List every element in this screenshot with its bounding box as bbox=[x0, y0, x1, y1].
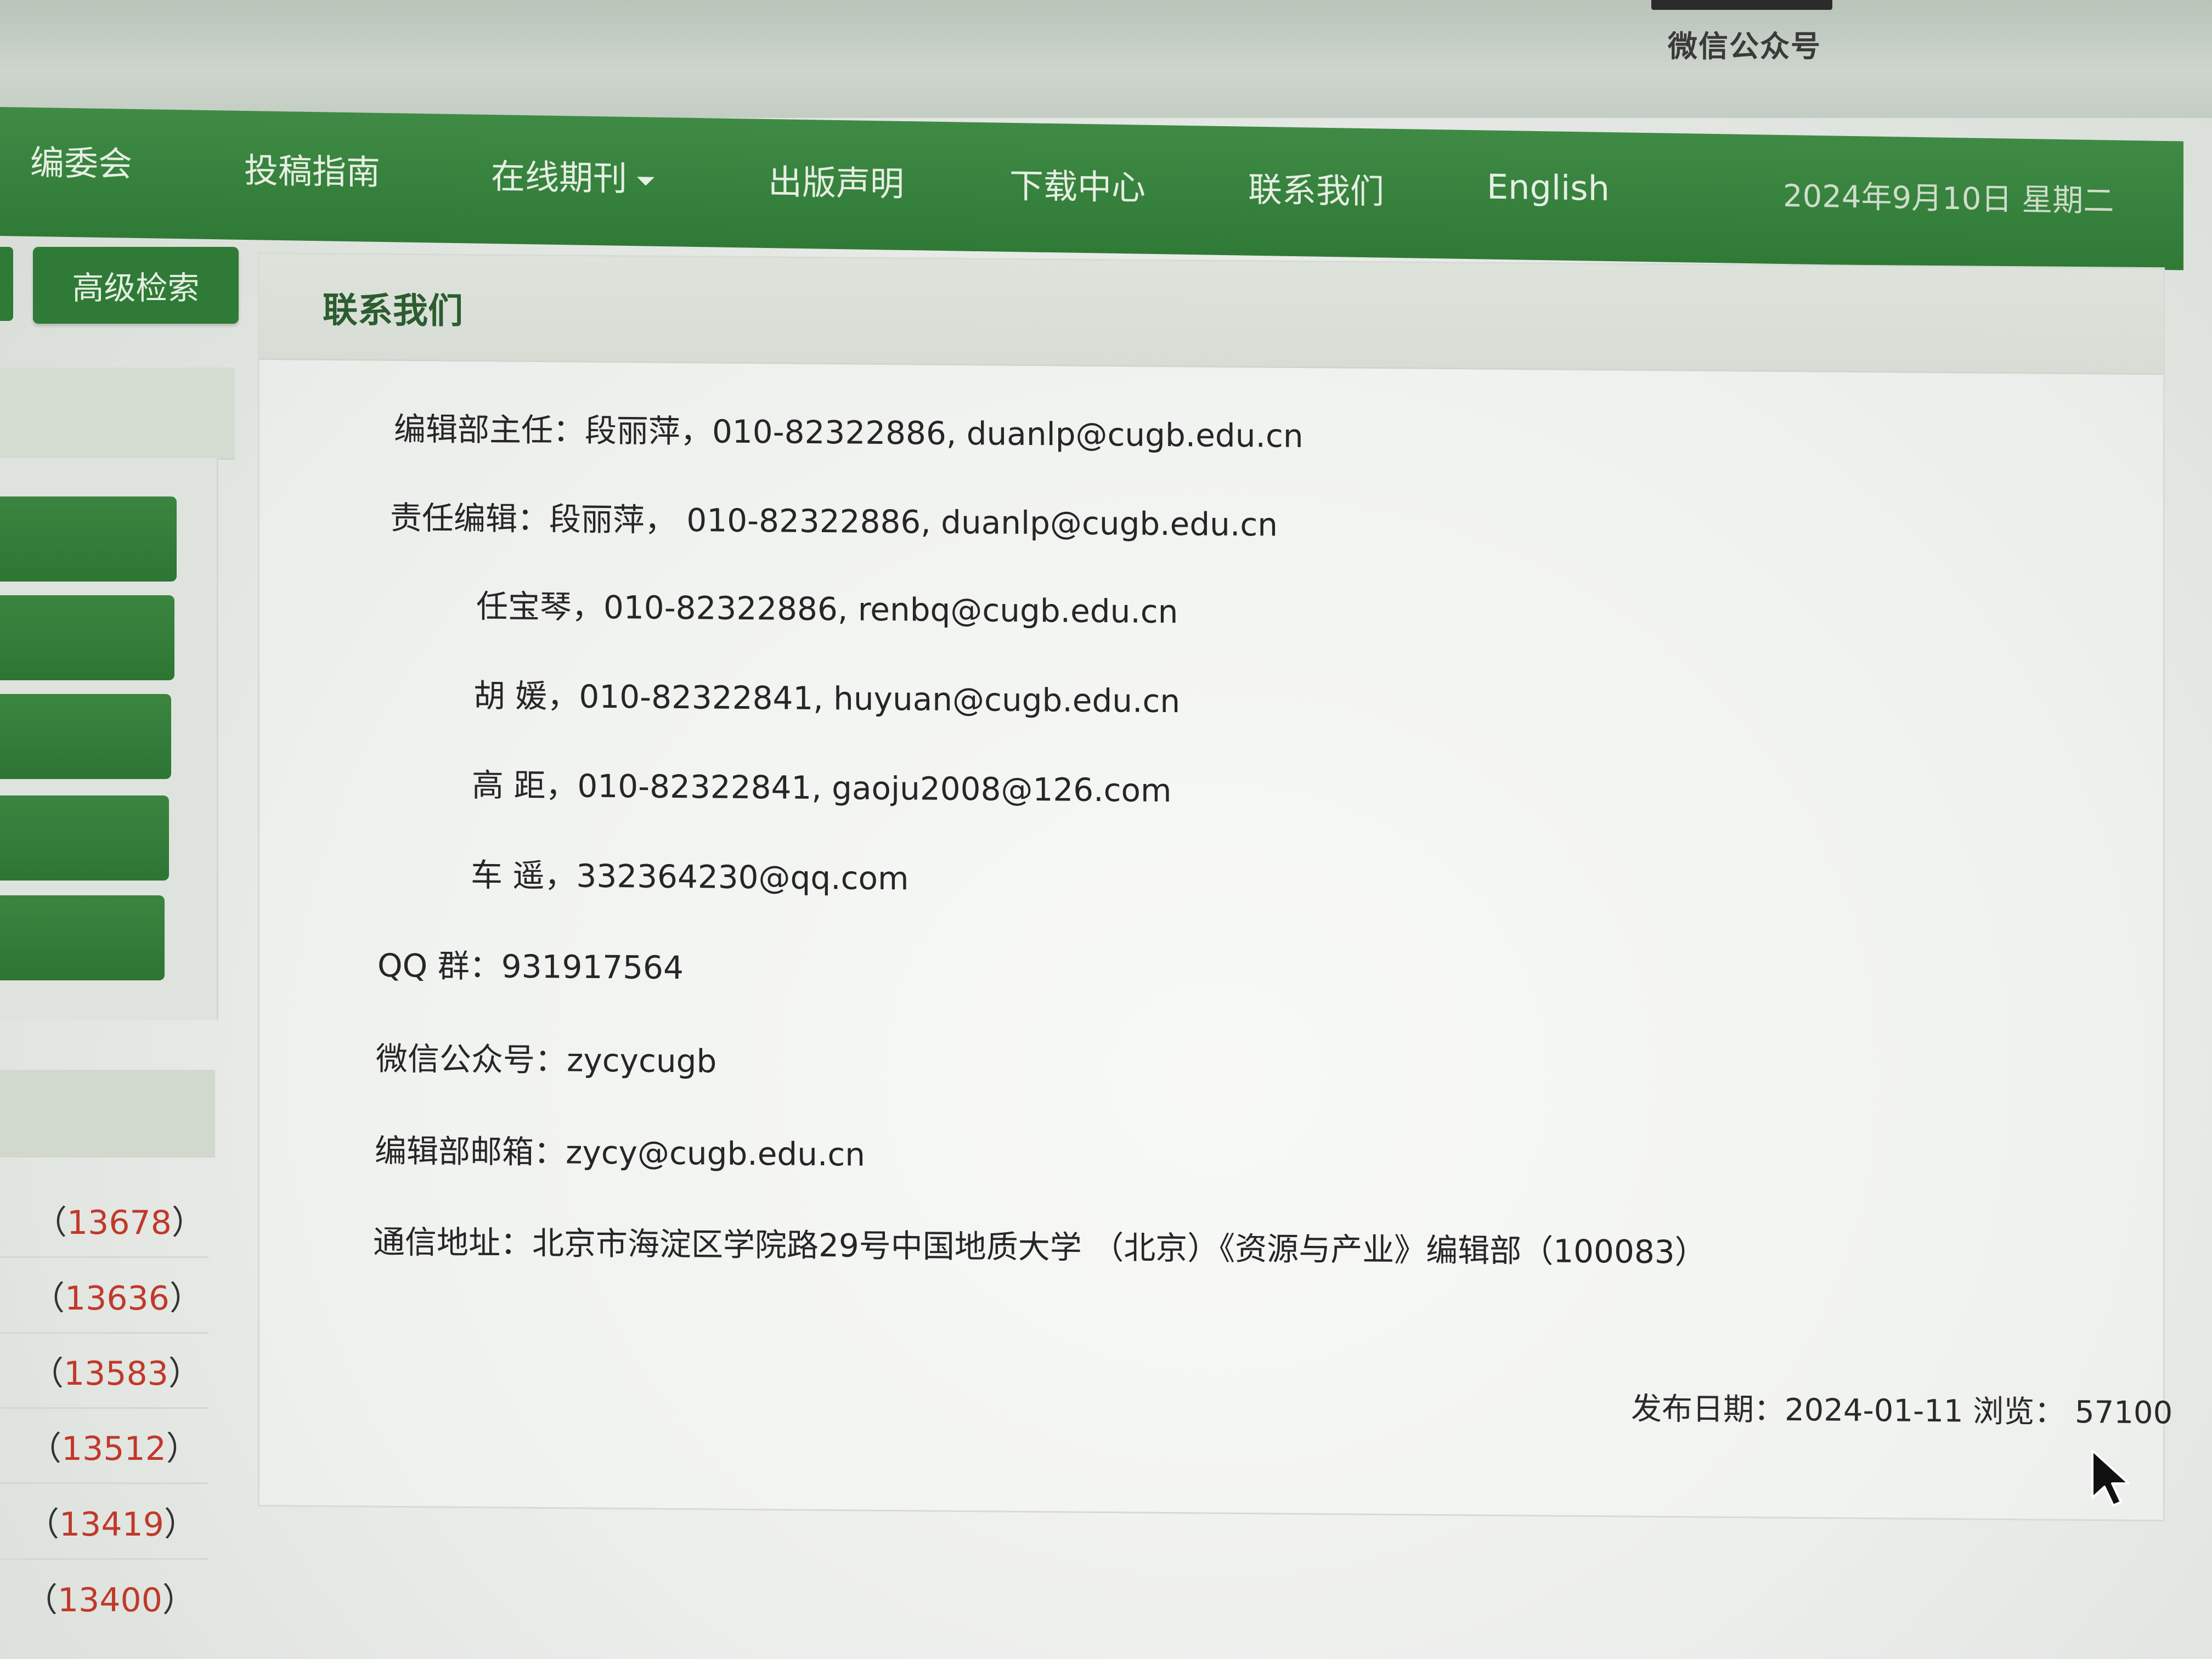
sidebar-divider bbox=[0, 1407, 208, 1409]
contact-line-editor-che: 车 遥，332364230@qq.com bbox=[471, 856, 909, 898]
nav-date: 2024年9月10日 星期二 bbox=[1783, 178, 2114, 219]
sidebar-count-item[interactable]: （13419） bbox=[26, 1498, 197, 1545]
nav-item-english[interactable]: English bbox=[1487, 167, 1610, 209]
contact-line-editor-hu: 胡 媛，010-82322841, huyuan@cugb.edu.cn bbox=[473, 677, 1181, 720]
content-title-bar: 联系我们 bbox=[259, 254, 2163, 375]
sidebar-menu-item[interactable] bbox=[0, 895, 165, 980]
sidebar-divider bbox=[0, 1558, 208, 1560]
nav-item-online-journal[interactable]: 在线期刊 bbox=[491, 149, 655, 201]
sidebar-count-value: 13512 bbox=[61, 1430, 166, 1468]
wechat-qr-code bbox=[1651, 0, 1832, 10]
nav-item-label: 在线期刊 bbox=[491, 156, 628, 199]
contact-line-director: 编辑部主任：段丽萍，010-82322886, duanlp@cugb.edu.… bbox=[394, 410, 1304, 455]
page-title: 联系我们 bbox=[323, 290, 463, 332]
nav-item-download-center[interactable]: 下载中心 bbox=[1009, 158, 1146, 210]
sidebar-divider bbox=[0, 1256, 208, 1258]
page: 微信公众号 编委会 投稿指南 在线期刊 出版声明 下载中心 联系我们 Engli… bbox=[0, 0, 2212, 1659]
sidebar-count-value: 13636 bbox=[65, 1279, 170, 1318]
nav-item-contact-us[interactable]: 联系我们 bbox=[1248, 162, 1384, 213]
nav-item-editorial-board[interactable]: 编委会 bbox=[30, 135, 132, 186]
sidebar-count-item[interactable]: （13583） bbox=[31, 1347, 201, 1395]
sidebar-menu-item[interactable] bbox=[0, 795, 169, 881]
nav-item-label: 投稿指南 bbox=[244, 150, 381, 193]
sidebar-count-value: 13419 bbox=[59, 1505, 164, 1544]
nav-item-label: English bbox=[1487, 166, 1610, 209]
sidebar-menu-item[interactable] bbox=[0, 595, 174, 680]
nav-item-label: 编委会 bbox=[30, 142, 133, 184]
mouse-cursor-icon bbox=[2091, 1449, 2130, 1506]
contact-line-editor-gao: 高 距，010-82322841, gaoju2008@126.com bbox=[472, 766, 1172, 810]
sidebar-panel-header bbox=[0, 368, 235, 460]
wechat-caption: 微信公众号 bbox=[1668, 29, 1821, 64]
contact-line-editor-ren: 任宝琴，010-82322886, renbq@cugb.edu.cn bbox=[476, 588, 1178, 631]
sidebar-count-value: 13400 bbox=[58, 1581, 162, 1620]
advanced-search-button[interactable]: 高级检索 bbox=[33, 247, 239, 324]
nav-item-publication-statement[interactable]: 出版声明 bbox=[768, 154, 904, 206]
contact-content-panel: 联系我们 编辑部主任：段丽萍，010-82322886, duanlp@cugb… bbox=[258, 252, 2172, 1522]
nav-item-label: 出版声明 bbox=[768, 161, 905, 204]
sidebar-divider bbox=[0, 1332, 208, 1334]
sidebar-menu-item[interactable] bbox=[0, 496, 177, 582]
sidebar-count-item[interactable]: （13678） bbox=[34, 1196, 205, 1244]
advanced-search-label: 高级检索 bbox=[72, 269, 200, 307]
main-navbar: 编委会 投稿指南 在线期刊 出版声明 下载中心 联系我们 English 202… bbox=[0, 107, 2183, 270]
header-banner: 微信公众号 bbox=[0, 0, 2212, 118]
contact-line-editor-duan: 责任编辑：段丽萍， 010-82322886, duanlp@cugb.edu.… bbox=[390, 499, 1278, 544]
nav-item-submission-guide[interactable]: 投稿指南 bbox=[244, 143, 380, 194]
search-button[interactable] bbox=[0, 247, 13, 321]
sidebar-list-header bbox=[0, 1070, 215, 1158]
nav-item-label: 联系我们 bbox=[1248, 169, 1385, 212]
contact-line-address: 通信地址：北京市海淀区学院路29号中国地质大学 （北京）《资源与产业》编辑部（1… bbox=[373, 1223, 1707, 1271]
contact-line-email: 编辑部邮箱：zycy@cugb.edu.cn bbox=[375, 1132, 866, 1173]
sidebar-count-item[interactable]: （13636） bbox=[32, 1272, 202, 1319]
contact-line-wechat: 微信公众号：zycycugb bbox=[376, 1040, 717, 1080]
nav-item-label: 下载中心 bbox=[1009, 165, 1146, 208]
sidebar-count-value: 13583 bbox=[64, 1355, 168, 1393]
sidebar-menu-item[interactable] bbox=[0, 694, 171, 779]
sidebar-count-item[interactable]: （13400） bbox=[25, 1573, 195, 1621]
sidebar-divider bbox=[0, 1482, 208, 1484]
publish-info: 发布日期：2024-01-11 浏览： 57100 bbox=[1631, 1391, 2173, 1431]
sidebar-count-value: 13678 bbox=[67, 1204, 172, 1242]
contact-line-qq-group: QQ 群：931917564 bbox=[377, 946, 684, 987]
caret-down-icon bbox=[637, 177, 655, 186]
sidebar-count-item[interactable]: （13512） bbox=[29, 1422, 199, 1470]
